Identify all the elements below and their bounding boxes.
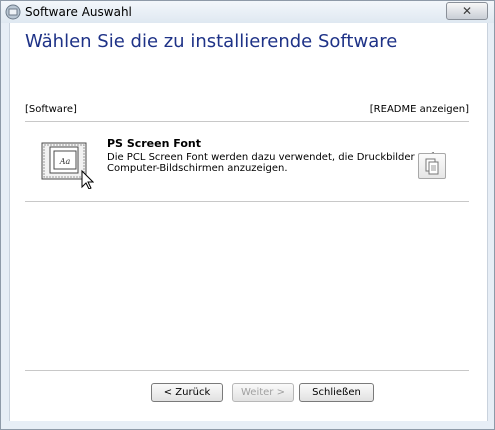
item-divider — [25, 201, 469, 202]
font-install-icon[interactable]: Aa — [40, 141, 94, 189]
software-column-header: [Software] — [25, 104, 77, 115]
product-title: PS Screen Font — [107, 137, 201, 150]
page-title: Wählen Sie die zu installierende Softwar… — [25, 31, 398, 52]
svg-text:Aa: Aa — [59, 157, 71, 166]
close-window-button[interactable]: ✕ — [446, 2, 488, 20]
client-area — [9, 23, 488, 421]
next-button[interactable]: Weiter > — [232, 383, 294, 402]
readme-button[interactable] — [418, 153, 446, 179]
header-divider — [25, 121, 469, 122]
close-button[interactable]: Schließen — [299, 383, 374, 402]
product-description: Die PCL Screen Font werden dazu verwende… — [107, 152, 434, 174]
back-button[interactable]: < Zurück — [151, 383, 223, 402]
window-title: Software Auswahl — [25, 5, 132, 19]
app-icon — [5, 4, 21, 20]
readme-column-header: [README anzeigen] — [369, 104, 469, 115]
close-icon: ✕ — [461, 4, 473, 18]
document-icon — [425, 158, 439, 175]
footer-divider — [25, 370, 469, 371]
title-bar: Software Auswahl ✕ — [1, 1, 494, 23]
installer-window: Software Auswahl ✕ Wählen Sie die zu ins… — [0, 0, 495, 430]
